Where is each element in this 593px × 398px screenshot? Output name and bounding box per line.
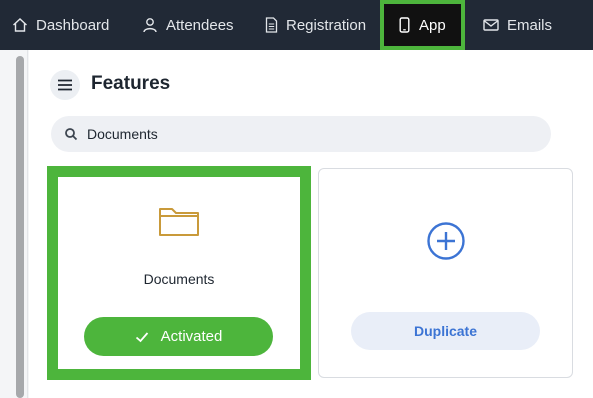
duplicate-button[interactable]: Duplicate bbox=[351, 312, 540, 350]
document-icon bbox=[265, 17, 278, 33]
mail-icon bbox=[483, 17, 499, 33]
nav-label-emails: Emails bbox=[507, 16, 553, 34]
nav-item-dashboard[interactable]: Dashboard bbox=[12, 0, 109, 50]
activated-button[interactable]: Activated bbox=[84, 317, 273, 356]
scrollbar-thumb[interactable] bbox=[16, 56, 24, 398]
folder-icon bbox=[158, 205, 200, 237]
home-icon bbox=[12, 17, 28, 33]
nav-item-app[interactable]: App bbox=[399, 0, 446, 50]
plus-circle-icon[interactable] bbox=[426, 221, 466, 261]
nav-item-attendees[interactable]: Attendees bbox=[142, 0, 234, 50]
nav-item-registration[interactable]: Registration bbox=[265, 0, 366, 50]
person-icon bbox=[142, 17, 158, 33]
check-icon bbox=[135, 330, 149, 344]
page-title: Features bbox=[91, 73, 171, 94]
nav-label-dashboard: Dashboard bbox=[36, 16, 110, 34]
search-bar[interactable] bbox=[51, 116, 551, 152]
phone-icon bbox=[399, 17, 410, 33]
nav-label-attendees: Attendees bbox=[166, 16, 234, 34]
activated-label: Activated bbox=[160, 328, 223, 345]
duplicate-label: Duplicate bbox=[413, 323, 477, 339]
search-input[interactable] bbox=[87, 116, 537, 152]
nav-label-registration: Registration bbox=[286, 16, 367, 34]
menu-toggle-button[interactable] bbox=[50, 70, 80, 100]
search-icon bbox=[64, 127, 78, 141]
hamburger-icon bbox=[58, 79, 72, 91]
nav-label-app: App bbox=[419, 16, 446, 34]
card-label-documents: Documents bbox=[143, 271, 215, 287]
top-nav: Dashboard Attendees Registration App Ema… bbox=[0, 0, 593, 50]
nav-item-emails[interactable]: Emails bbox=[483, 0, 552, 50]
